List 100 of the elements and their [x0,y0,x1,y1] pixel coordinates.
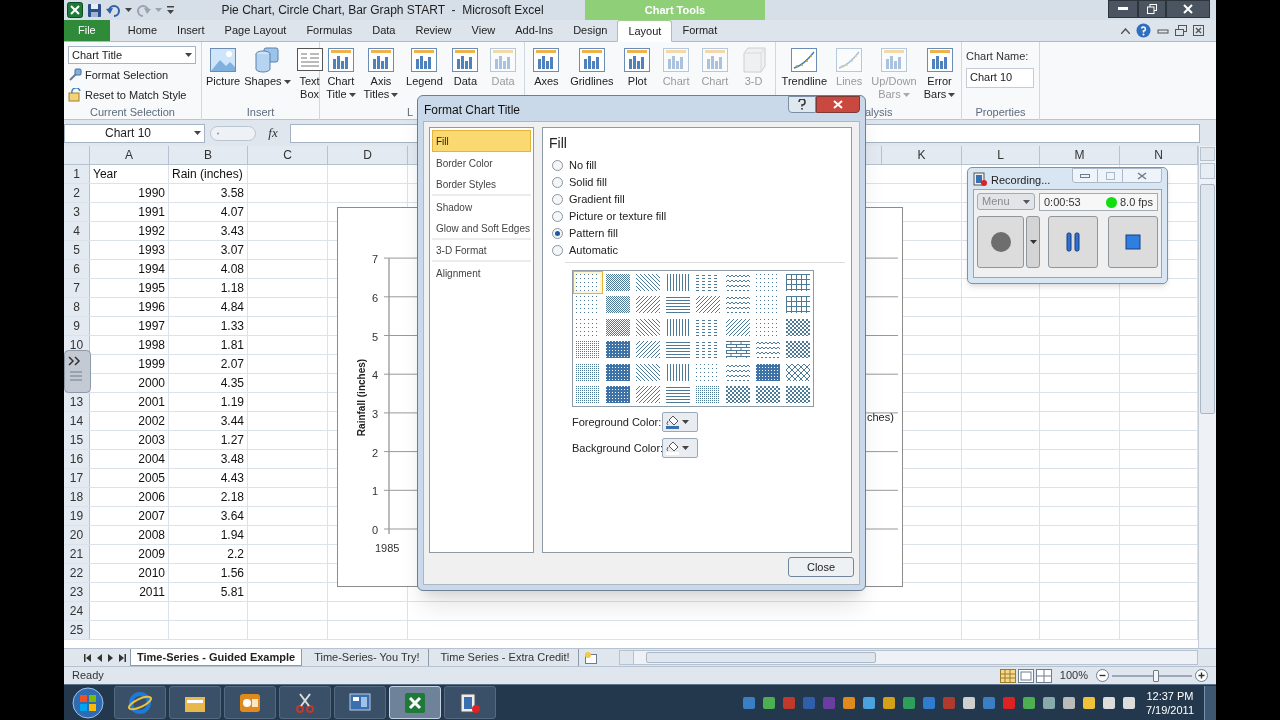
category-item[interactable]: Fill [432,130,531,152]
tray-icon[interactable] [881,695,896,710]
tray-icon[interactable] [961,695,976,710]
customize-icon[interactable] [166,5,175,15]
color-picker-button[interactable] [662,438,698,458]
pattern-swatch[interactable] [753,361,783,384]
ribbon-tab[interactable]: Format [672,20,728,41]
category-item[interactable]: Shadow [432,196,531,218]
insert-function-button[interactable]: fx [261,123,285,143]
chart-name-field[interactable]: Chart 10 [966,67,1034,88]
taskbar-app[interactable] [444,686,496,719]
tray-icon[interactable] [1121,695,1136,710]
zoom-in-icon[interactable] [1195,669,1208,682]
ribbon-tab[interactable]: View [461,20,506,41]
pattern-swatch[interactable] [783,361,813,384]
ribbon-tab[interactable]: Add-Ins [505,20,564,41]
help-icon[interactable] [1136,23,1151,38]
previous-sheet-icon[interactable] [97,653,102,662]
stop-button[interactable] [1108,216,1158,268]
pattern-swatch[interactable] [783,293,813,316]
pattern-swatch[interactable] [723,316,753,339]
close-icon[interactable] [1193,25,1204,36]
taskbar-app[interactable] [224,686,276,719]
ribbon-tab[interactable]: Home [117,20,168,41]
ribbon-button[interactable]: Legend [404,45,445,88]
pattern-swatch[interactable] [693,293,723,316]
pattern-swatch[interactable] [783,383,813,406]
vertical-scrollbar[interactable] [1198,146,1216,648]
clock[interactable]: 12:37 PM 7/19/2011 [1145,688,1194,717]
minimize-button[interactable] [1108,0,1138,18]
undo-icon[interactable] [106,2,121,18]
pattern-swatch[interactable] [633,271,663,294]
category-item[interactable]: Alignment [432,262,531,284]
category-item[interactable]: Glow and Soft Edges [432,218,531,240]
category-item[interactable]: 3-D Format [432,240,531,262]
ribbon-button[interactable]: Shapes [242,45,293,88]
show-desktop-button[interactable] [1204,685,1216,720]
collapse-ribbon-icon[interactable] [1121,27,1130,34]
zoom-slider[interactable] [1112,668,1192,683]
name-box[interactable]: Chart 10 [64,123,205,143]
taskbar-app[interactable] [334,686,386,719]
insert-sheet-icon[interactable] [582,651,599,664]
save-icon[interactable] [87,2,102,18]
tray-icon[interactable] [1021,695,1036,710]
ribbon-button[interactable]: Data [448,45,483,88]
pattern-swatch[interactable] [633,338,663,361]
ribbon-button[interactable]: Error Bars [921,45,958,101]
taskbar-app[interactable] [169,686,221,719]
category-item[interactable]: Border Color [432,152,531,174]
close-button[interactable] [1166,0,1210,18]
ribbon-button[interactable]: Axis Titles [361,45,401,101]
horizontal-scrollbar[interactable] [618,650,1198,665]
ribbon-button[interactable]: Trendline [779,45,830,88]
pattern-swatch[interactable] [603,316,633,339]
ribbon-tab[interactable]: File [64,20,110,41]
ribbon-tab[interactable]: Design [563,20,618,41]
ribbon-tab[interactable]: Formulas [296,20,363,41]
pattern-swatch[interactable] [603,293,633,316]
restore-button[interactable] [1138,0,1166,18]
ribbon-button[interactable]: Plot [620,45,655,88]
command-button[interactable]: Reset to Match Style [68,86,187,103]
radio-button[interactable] [552,245,563,256]
ribbon-tab[interactable]: Page Layout [214,20,297,41]
ribbon-button[interactable]: Picture [204,45,243,88]
close-button[interactable]: Close [788,557,854,577]
radio-button[interactable] [552,160,563,171]
start-button[interactable] [70,685,106,720]
pattern-swatch[interactable] [633,316,663,339]
pattern-swatch[interactable] [603,383,633,406]
taskbar-app[interactable] [279,686,331,719]
next-sheet-icon[interactable] [108,653,113,662]
pattern-swatch[interactable] [783,271,813,294]
radio-button[interactable] [552,211,563,222]
tray-icon[interactable] [1101,695,1116,710]
normal-view-icon[interactable] [999,668,1016,683]
restore-icon[interactable] [1175,25,1187,36]
ribbon-tab[interactable]: Data [362,20,406,41]
pattern-swatch[interactable] [633,361,663,384]
element-dropdown[interactable]: Chart Title [68,46,196,64]
close-button[interactable] [816,96,860,113]
pattern-swatch[interactable] [783,316,813,339]
command-button[interactable]: Format Selection [68,67,169,84]
ribbon-button[interactable]: Gridlines [568,45,616,88]
tray-icon[interactable] [841,695,856,710]
radio-button[interactable] [552,228,563,239]
pattern-swatch[interactable] [573,271,603,294]
tray-icon[interactable] [1061,695,1076,710]
dropdown-button[interactable] [1026,216,1040,268]
pattern-swatch[interactable] [603,361,633,384]
category-item[interactable]: Border Styles [432,174,531,196]
radio-button[interactable] [552,177,563,188]
tray-icon[interactable] [761,695,776,710]
pause-button[interactable] [1048,216,1098,268]
help-button[interactable] [788,96,816,113]
pattern-swatch[interactable] [603,271,633,294]
ribbon-tab[interactable]: Layout [617,20,673,42]
grip-handle[interactable] [210,125,256,141]
ribbon-tab[interactable]: Insert [167,20,215,41]
pattern-swatch[interactable] [633,383,663,406]
ribbon-button[interactable]: Axes [529,45,564,88]
